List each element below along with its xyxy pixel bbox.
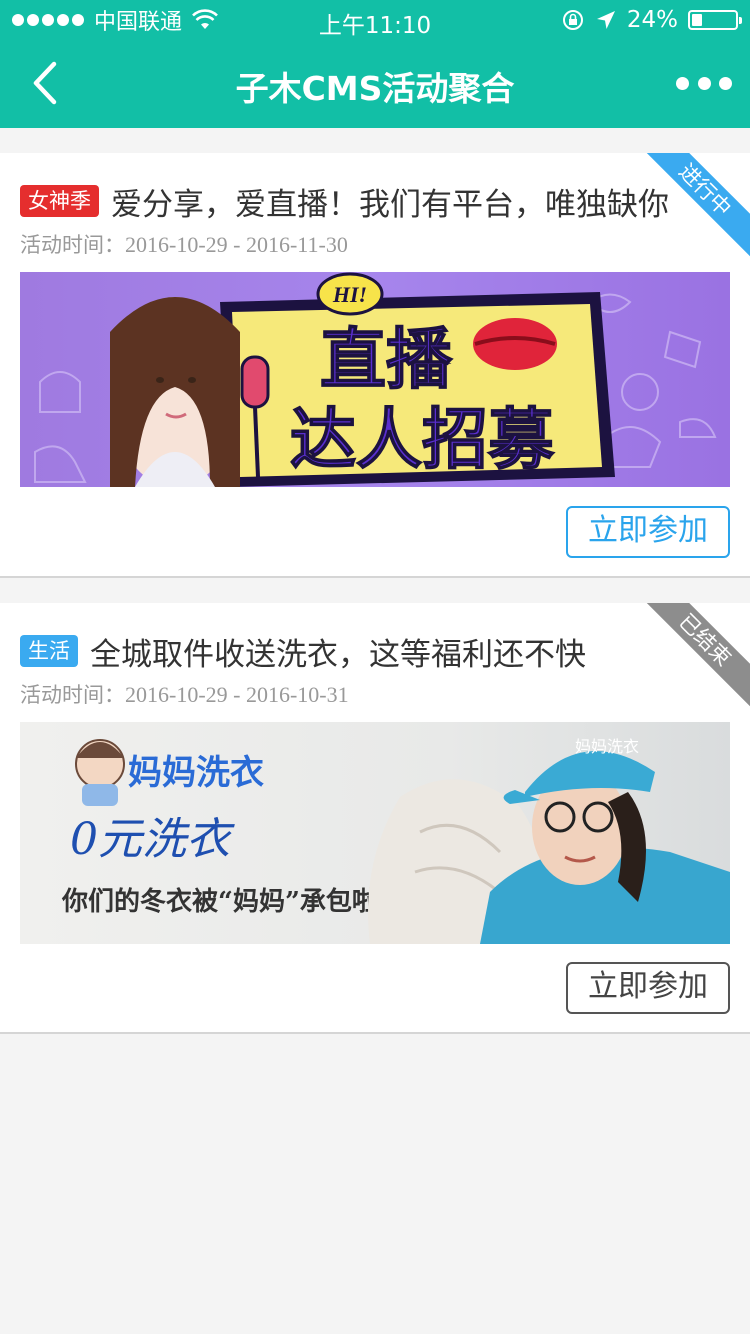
banner-headline-2: 达人招募 xyxy=(290,400,555,478)
banner-brand: 妈妈洗衣 xyxy=(128,753,264,793)
more-dots-icon[interactable] xyxy=(676,70,732,96)
banner-badge: HI! xyxy=(332,282,367,307)
activity-title-row: 女神季 爱分享，爱直播！我们有平台，唯独缺你 xyxy=(20,181,750,223)
battery-level xyxy=(692,14,702,26)
battery-percent: 24% xyxy=(626,7,678,33)
activity-time-range: 2016-10-29 - 2016-10-31 xyxy=(125,682,349,707)
activity-title: 爱分享，爱直播！我们有平台，唯独缺你 xyxy=(111,186,669,223)
status-right: 24% xyxy=(561,6,742,34)
banner-illustration: 妈妈洗衣 0元洗衣 你们的冬衣被“妈妈”承包啦 妈妈洗衣 xyxy=(61,737,730,944)
activity-card[interactable]: 生活 全城取件收送洗衣，这等福利还不快 活动时间：2016-10-29 - 20… xyxy=(0,603,750,1034)
location-arrow-icon xyxy=(596,11,615,29)
banner-illustration: HI! 直播 达人招募 xyxy=(34,272,717,487)
activity-card[interactable]: 女神季 爱分享，爱直播！我们有平台，唯独缺你 活动时间：2016-10-29 -… xyxy=(0,153,750,578)
battery-icon xyxy=(688,10,742,30)
banner-headline: 0元洗衣 xyxy=(70,814,235,865)
activity-time-label: 活动时间： xyxy=(20,683,125,707)
banner-headline-1: 直播 xyxy=(320,320,453,398)
status-bar: 中国联通 上午11:10 24% xyxy=(0,0,750,40)
activity-tag: 女神季 xyxy=(20,185,99,217)
join-button[interactable]: 立即参加 xyxy=(566,962,730,1014)
activity-tag: 生活 xyxy=(20,635,78,667)
nav-bar: 子木CMS活动聚合 xyxy=(0,40,750,128)
cap-text: 妈妈洗衣 xyxy=(575,737,639,756)
activity-time: 活动时间：2016-10-29 - 2016-11-30 xyxy=(20,229,348,259)
activity-time: 活动时间：2016-10-29 - 2016-10-31 xyxy=(20,679,349,709)
activity-title-row: 生活 全城取件收送洗衣，这等福利还不快 xyxy=(20,631,750,673)
activity-time-label: 活动时间： xyxy=(20,233,125,257)
orientation-lock-icon xyxy=(562,10,583,30)
page-title: 子木CMS活动聚合 xyxy=(235,69,515,108)
join-button[interactable]: 立即参加 xyxy=(566,506,730,558)
banner-subline: 你们的冬衣被“妈妈”承包啦 xyxy=(61,886,378,917)
app-header: 中国联通 上午11:10 24% 子木CMS活动聚合 xyxy=(0,0,750,128)
activity-time-range: 2016-10-29 - 2016-11-30 xyxy=(125,232,348,257)
activity-banner[interactable]: HI! 直播 达人招募 xyxy=(20,272,730,487)
activity-title: 全城取件收送洗衣，这等福利还不快 xyxy=(90,636,586,673)
activity-banner[interactable]: 妈妈洗衣 0元洗衣 你们的冬衣被“妈妈”承包啦 妈妈洗衣 xyxy=(20,722,730,944)
